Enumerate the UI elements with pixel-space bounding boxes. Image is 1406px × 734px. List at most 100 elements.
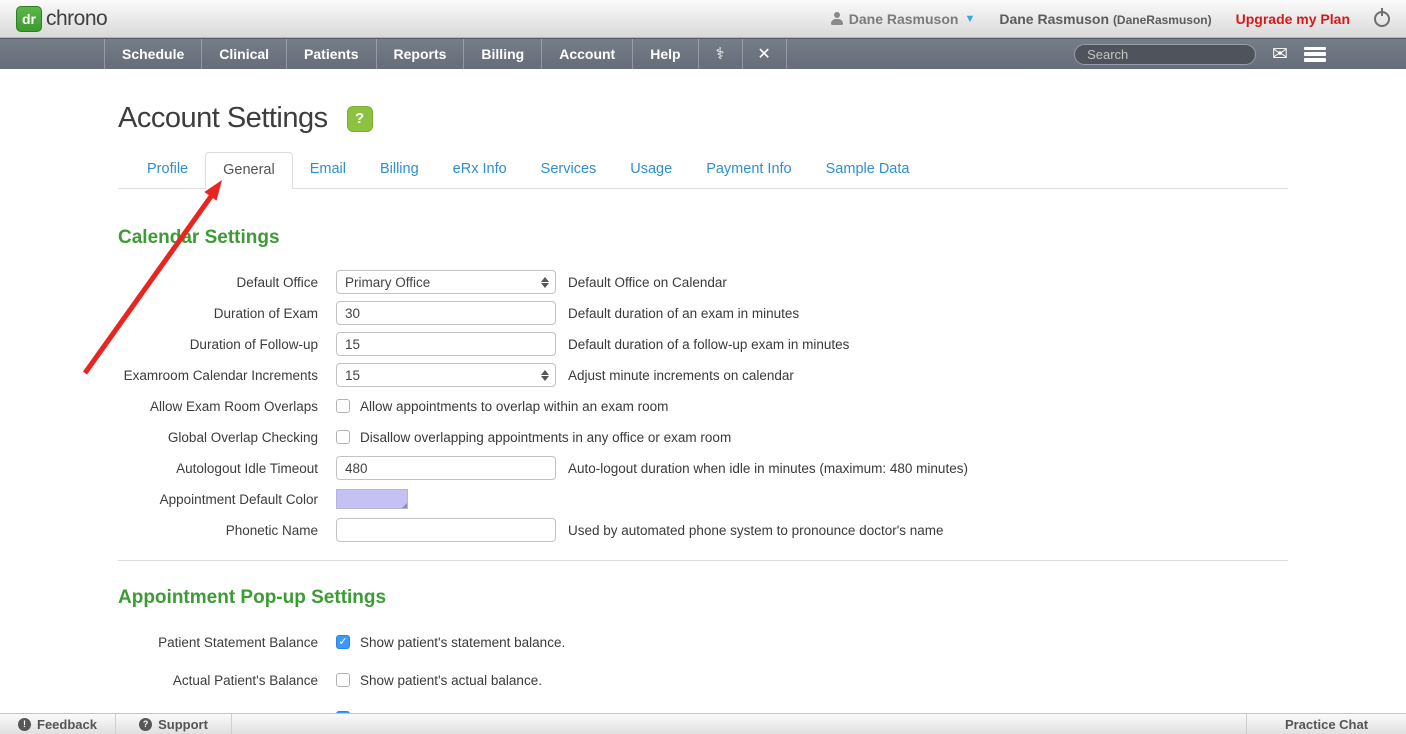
field-label: Examroom Calendar Increments	[118, 368, 318, 383]
nav-item-clinical[interactable]: Clinical	[202, 39, 287, 69]
default-office-select[interactable]: Primary Office	[336, 270, 556, 294]
help-button[interactable]: ?	[347, 106, 373, 132]
tab-erx-info[interactable]: eRx Info	[436, 152, 524, 189]
field-label: Default Office	[118, 275, 318, 290]
search-input[interactable]	[1074, 44, 1256, 65]
field-label: Autologout Idle Timeout	[118, 461, 318, 476]
duration-exam-row: Duration of Exam Default duration of an …	[118, 301, 1288, 325]
tab-profile[interactable]: Profile	[130, 152, 205, 189]
appointment-color-row: Appointment Default Color	[118, 487, 1288, 511]
calendar-settings-heading: Calendar Settings	[118, 227, 1288, 249]
field-label: Appointment Default Color	[118, 492, 318, 507]
nav-item-billing[interactable]: Billing	[464, 39, 542, 69]
tab-usage[interactable]: Usage	[613, 152, 689, 189]
section-divider	[118, 560, 1288, 561]
stepper-arrows-icon	[541, 277, 549, 288]
footer-bar: ! Feedback ? Support Practice Chat	[0, 713, 1406, 734]
chevron-down-icon: ▼	[964, 13, 975, 25]
field-label: Allow Exam Room Overlaps	[118, 399, 318, 414]
user-full-name: Dane Rasmuson (DaneRasmuson)	[999, 11, 1211, 27]
field-help: Auto-logout duration when idle in minute…	[568, 461, 968, 476]
field-label: Duration of Follow-up	[118, 337, 318, 352]
global-overlap-checkbox[interactable]	[336, 430, 350, 444]
duration-exam-input[interactable]	[336, 301, 556, 325]
tab-billing[interactable]: Billing	[363, 152, 436, 189]
autologout-row: Autologout Idle Timeout Auto-logout dura…	[118, 456, 1288, 480]
exam-room-overlaps-row: Allow Exam Room Overlaps Allow appointme…	[118, 394, 1288, 418]
calendar-settings-section: Calendar Settings Default Office Primary…	[118, 227, 1288, 561]
checkbox-label: Allow appointments to overlap within an …	[360, 399, 668, 414]
main-nav: Schedule Clinical Patients Reports Billi…	[0, 38, 1406, 69]
popup-settings-heading: Appointment Pop-up Settings	[118, 587, 1288, 609]
practice-chat-button[interactable]: Practice Chat	[1246, 714, 1406, 734]
field-help: Default duration of an exam in minutes	[568, 306, 799, 321]
top-bar: dr chrono Dane Rasmuson ▼ Dane Rasmuson …	[0, 0, 1406, 38]
duration-followup-input[interactable]	[336, 332, 556, 356]
support-icon: ?	[139, 718, 152, 731]
nav-item-account[interactable]: Account	[542, 39, 633, 69]
nav-item-schedule[interactable]: Schedule	[105, 39, 202, 69]
tab-sample-data[interactable]: Sample Data	[809, 152, 927, 189]
user-dropdown[interactable]: Dane Rasmuson ▼	[831, 11, 976, 27]
phonetic-name-input[interactable]	[336, 518, 556, 542]
tab-payment-info[interactable]: Payment Info	[689, 152, 808, 189]
field-label: Global Overlap Checking	[118, 430, 318, 445]
global-overlap-row: Global Overlap Checking Disallow overlap…	[118, 425, 1288, 449]
nav-item-patients[interactable]: Patients	[287, 39, 376, 69]
select-value: Primary Office	[345, 275, 430, 290]
upgrade-plan-link[interactable]: Upgrade my Plan	[1236, 11, 1350, 27]
field-label: Patient Statement Balance	[118, 635, 318, 650]
statement-balance-row: Patient Statement Balance Show patient's…	[118, 630, 1288, 654]
field-label: Actual Patient's Balance	[118, 673, 318, 688]
user-handle: (DaneRasmuson)	[1113, 13, 1212, 27]
field-label: Duration of Exam	[118, 306, 318, 321]
page-title: Account Settings	[118, 102, 328, 135]
drchrono-logo-icon: dr	[16, 6, 42, 32]
nav-item-reports[interactable]: Reports	[377, 39, 465, 69]
settings-tabs: Profile General Email Billing eRx Info S…	[118, 152, 1288, 189]
actual-balance-checkbox[interactable]	[336, 673, 350, 687]
support-label: Support	[158, 717, 208, 732]
checkbox-label: Disallow overlapping appointments in any…	[360, 430, 731, 445]
onpatient-x-icon[interactable]: ✕	[743, 39, 787, 69]
examroom-increments-row: Examroom Calendar Increments 15 Adjust m…	[118, 363, 1288, 387]
feedback-icon: !	[18, 718, 31, 731]
drchrono-logo-text: chrono	[46, 7, 107, 31]
field-help: Used by automated phone system to pronou…	[568, 523, 944, 538]
support-button[interactable]: ? Support	[116, 714, 232, 734]
popup-settings-section: Appointment Pop-up Settings Patient Stat…	[118, 587, 1288, 734]
field-label: Phonetic Name	[118, 523, 318, 538]
logout-power-icon[interactable]	[1374, 11, 1390, 27]
field-help: Default duration of a follow-up exam in …	[568, 337, 849, 352]
feedback-button[interactable]: ! Feedback	[0, 714, 116, 734]
user-dropdown-name: Dane Rasmuson	[849, 11, 959, 27]
phonetic-name-row: Phonetic Name Used by automated phone sy…	[118, 518, 1288, 542]
messages-envelope-icon[interactable]: ✉	[1272, 45, 1288, 64]
tab-general[interactable]: General	[205, 152, 293, 189]
checkbox-label: Show patient's statement balance.	[360, 635, 565, 650]
drchrono-logo[interactable]: dr chrono	[16, 6, 107, 32]
checkbox-label: Show patient's actual balance.	[360, 673, 542, 688]
exam-room-overlaps-checkbox[interactable]	[336, 399, 350, 413]
field-help: Default Office on Calendar	[568, 275, 727, 290]
tab-email[interactable]: Email	[293, 152, 363, 189]
feedback-label: Feedback	[37, 717, 97, 732]
person-icon	[831, 12, 843, 25]
tab-services[interactable]: Services	[524, 152, 614, 189]
select-value: 15	[345, 368, 360, 383]
practice-chat-label: Practice Chat	[1285, 717, 1368, 732]
actual-balance-row: Actual Patient's Balance Show patient's …	[118, 668, 1288, 692]
autologout-timeout-input[interactable]	[336, 456, 556, 480]
hamburger-menu-icon[interactable]	[1304, 47, 1326, 62]
statement-balance-checkbox[interactable]	[336, 635, 350, 649]
default-office-row: Default Office Primary Office Default Of…	[118, 270, 1288, 294]
appointment-color-swatch[interactable]	[336, 489, 408, 509]
duration-followup-row: Duration of Follow-up Default duration o…	[118, 332, 1288, 356]
field-help: Adjust minute increments on calendar	[568, 368, 794, 383]
caduceus-icon[interactable]: ⚕	[699, 39, 743, 69]
nav-item-help[interactable]: Help	[633, 39, 698, 69]
stepper-arrows-icon	[541, 370, 549, 381]
nav-spacer	[0, 39, 105, 69]
account-settings-page: Account Settings ? Profile General Email…	[0, 102, 1406, 734]
examroom-increments-select[interactable]: 15	[336, 363, 556, 387]
